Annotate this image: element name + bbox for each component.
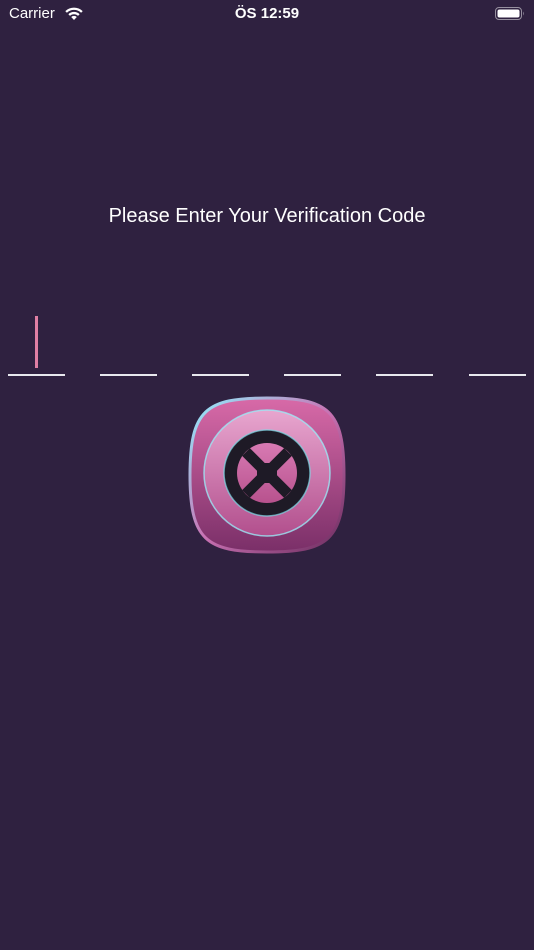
verification-screen: Carrier ÖS 12:59 Please Enter Your Verif… bbox=[0, 0, 534, 950]
digit-underline bbox=[284, 374, 341, 376]
code-digit-3[interactable] bbox=[192, 316, 249, 378]
status-time: ÖS 12:59 bbox=[234, 5, 300, 22]
text-caret bbox=[35, 316, 38, 368]
code-digit-2[interactable] bbox=[100, 316, 157, 378]
battery-icon bbox=[495, 7, 524, 20]
digit-underline bbox=[376, 374, 433, 376]
digit-underline bbox=[8, 374, 65, 376]
digit-underline bbox=[192, 374, 249, 376]
code-digit-6[interactable] bbox=[469, 316, 526, 378]
code-digit-5[interactable] bbox=[376, 316, 433, 378]
code-digit-4[interactable] bbox=[284, 316, 341, 378]
verification-code-input[interactable] bbox=[8, 316, 526, 378]
code-digit-1[interactable] bbox=[8, 316, 65, 378]
page-title: Please Enter Your Verification Code bbox=[108, 205, 426, 227]
app-logo-icon bbox=[188, 396, 346, 554]
digit-underline bbox=[469, 374, 526, 376]
digit-underline bbox=[100, 374, 157, 376]
status-bar: Carrier ÖS 12:59 bbox=[0, 0, 534, 28]
